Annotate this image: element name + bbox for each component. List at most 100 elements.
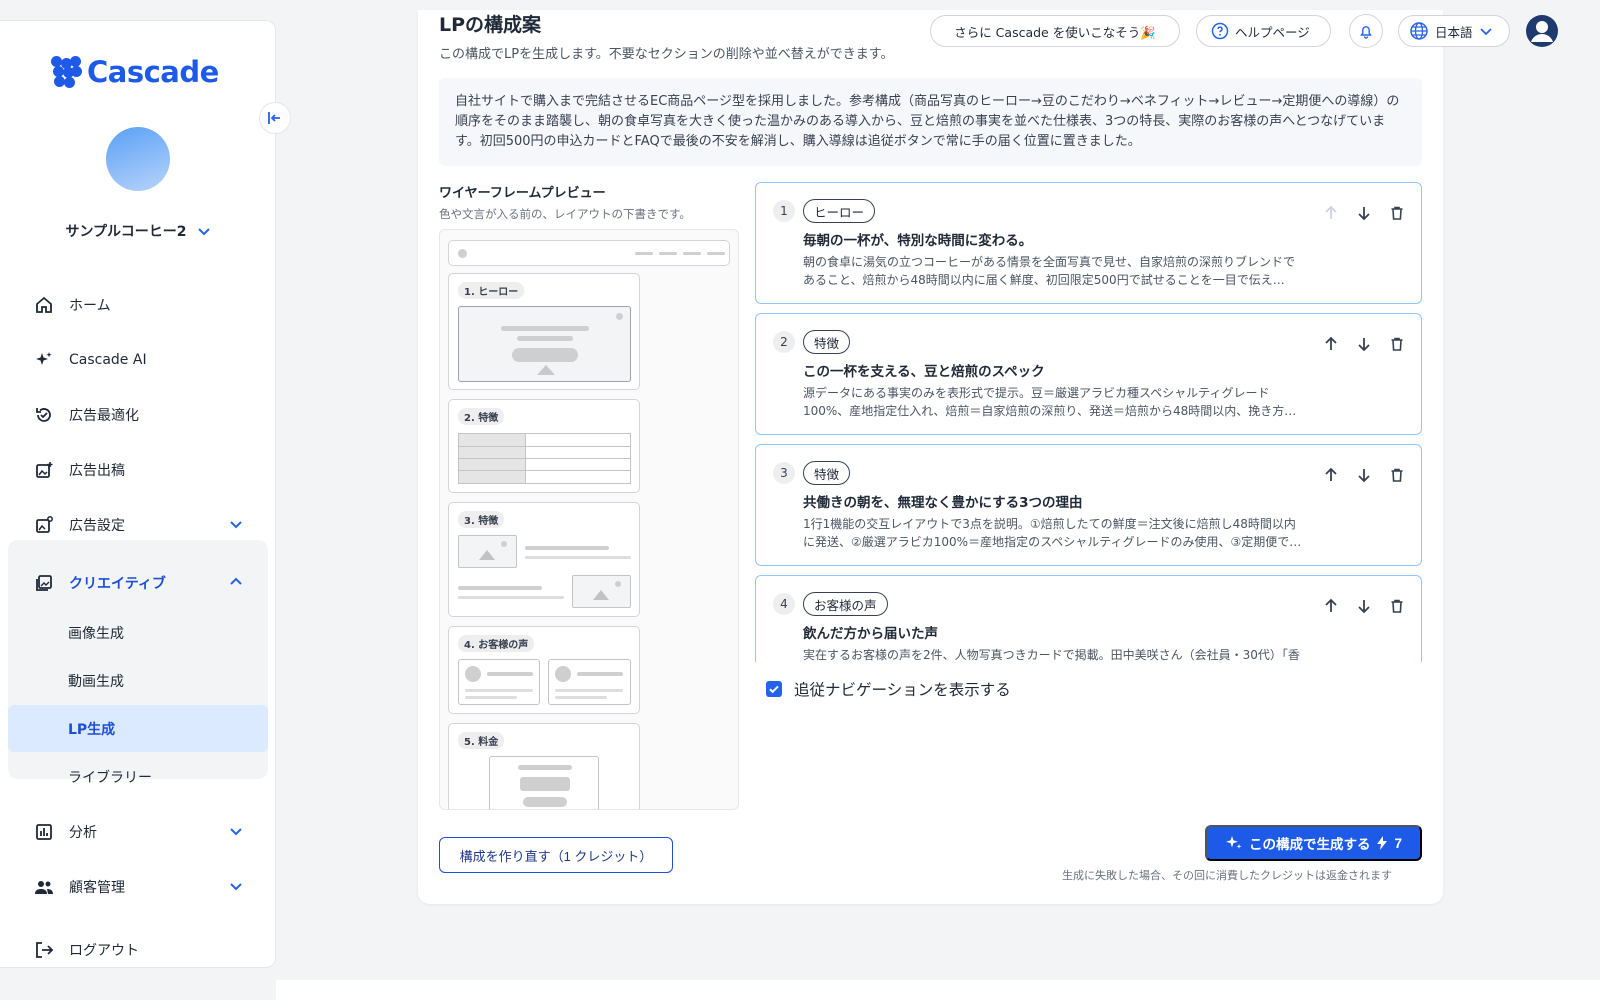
delete-button[interactable] <box>1387 465 1407 485</box>
section-number: 2 <box>773 331 795 353</box>
nav-image-gen[interactable]: 画像生成 <box>8 609 268 656</box>
move-down-button[interactable] <box>1354 334 1374 354</box>
nav-library[interactable]: ライブラリー <box>8 753 268 800</box>
logout-icon <box>33 939 55 961</box>
move-up-button <box>1321 203 1341 223</box>
sticky-nav-checkbox[interactable] <box>766 681 782 697</box>
language-select[interactable]: 日本語 <box>1398 15 1510 47</box>
arrow-down-icon <box>1358 207 1370 221</box>
section-number: 1 <box>773 200 795 222</box>
section-number: 4 <box>773 593 795 615</box>
nav-cascade-ai[interactable]: Cascade AI <box>10 337 268 383</box>
delete-button[interactable] <box>1387 596 1407 616</box>
cascade-logo-icon <box>51 56 82 88</box>
wireframe-tag: 4. お客様の声 <box>458 635 535 652</box>
sticky-nav-label: 追従ナビゲーションを表示する <box>794 681 1011 699</box>
nav-ad-optimization[interactable]: 広告最適化 <box>10 392 268 438</box>
brand-logo[interactable]: Cascade <box>51 55 219 89</box>
wireframe-tag: 3. 特徴 <box>458 511 505 528</box>
globe-icon <box>1410 22 1428 40</box>
nav-home-label: ホーム <box>69 298 111 314</box>
sparkle-icon <box>1225 836 1242 849</box>
promo-label: さらに Cascade を使いこなそう🎉 <box>954 24 1156 40</box>
chevron-down-icon <box>230 883 242 891</box>
sidebar: Cascade サンプルコーヒー2 ホーム Cascade AI 広告最適化 広… <box>0 20 276 968</box>
notification-button[interactable] <box>1349 14 1383 48</box>
nav-creative-label: クリエイティブ <box>69 576 166 592</box>
check-icon <box>769 685 779 694</box>
section-card[interactable]: 3 特徴 共働きの朝を、無理なく豊かにする3つの理由 1行1機能の交互レイアウト… <box>755 444 1422 566</box>
arrow-up-icon <box>1325 336 1337 350</box>
nav-ad-settings-label: 広告設定 <box>69 518 125 534</box>
nav-ad-opt-label: 広告最適化 <box>69 408 139 424</box>
section-type-tag: ヒーロー <box>803 199 876 223</box>
sticky-nav-option[interactable]: 追従ナビゲーションを表示する <box>766 678 1011 700</box>
move-down-button[interactable] <box>1354 203 1374 223</box>
section-card[interactable]: 4 お客様の声 飲んだ方から届いた声 実在するお客様の声を2件、人物写真つきカー… <box>755 575 1422 662</box>
nav-video-gen[interactable]: 動画生成 <box>8 657 268 704</box>
sparkle-icon <box>33 349 55 371</box>
nav-analytics-label: 分析 <box>69 825 97 841</box>
generate-lp-button[interactable]: この構成で生成する 7 <box>1205 825 1422 861</box>
help-button-wrap: ヘルプページ <box>1196 15 1331 47</box>
move-up-button[interactable] <box>1321 334 1341 354</box>
arrow-down-icon <box>1358 338 1370 352</box>
arrow-up-icon <box>1325 467 1337 481</box>
help-button[interactable]: ヘルプページ <box>1196 15 1331 47</box>
section-card[interactable]: 1 ヒーロー 毎朝の一杯が、特別な時間に変わる。 朝の食卓に湯気の立つコーヒーが… <box>755 182 1422 304</box>
chevron-down-icon <box>230 828 242 836</box>
arrow-up-icon <box>1325 598 1337 612</box>
generate-label: この構成で生成する <box>1248 837 1371 852</box>
wireframe-subtitle: 色や文言が入る前の、レイアウトの下書きです。 <box>439 207 691 221</box>
move-down-button[interactable] <box>1354 596 1374 616</box>
wireframe-hero: 1. ヒーロー <box>448 273 640 390</box>
move-down-button[interactable] <box>1354 465 1374 485</box>
promo-button[interactable]: さらに Cascade を使いこなそう🎉 <box>930 15 1180 47</box>
analytics-icon <box>33 821 55 843</box>
section-title: 飲んだ方から届いた声 <box>803 626 938 642</box>
nav-customers[interactable]: 顧客管理 <box>10 864 268 910</box>
nav-library-label: ライブラリー <box>68 769 152 786</box>
nav-logout[interactable]: ログアウト <box>10 927 268 973</box>
nav-lp-gen[interactable]: LP生成 <box>8 705 268 752</box>
nav-analytics[interactable]: 分析 <box>10 809 268 855</box>
wireframe-tag: 1. ヒーロー <box>458 282 525 299</box>
delete-button[interactable] <box>1387 203 1407 223</box>
account-switcher[interactable]: サンプルコーヒー2 <box>0 221 276 241</box>
chevron-down-icon <box>1479 28 1492 36</box>
move-up-button[interactable] <box>1321 465 1341 485</box>
nav-video-gen-label: 動画生成 <box>68 673 124 690</box>
section-list[interactable]: 1 ヒーロー 毎朝の一杯が、特別な時間に変わる。 朝の食卓に湯気の立つコーヒーが… <box>755 182 1423 662</box>
trash-icon <box>1391 337 1403 351</box>
brand-name: Cascade <box>87 55 219 89</box>
move-up-button[interactable] <box>1321 596 1341 616</box>
wireframe-feature-alternating: 3. 特徴 <box>448 502 640 617</box>
optimize-icon <box>33 404 55 426</box>
help-icon <box>1211 22 1229 40</box>
language-wrap: 日本語 <box>1398 15 1510 47</box>
image-settings-icon <box>33 514 55 536</box>
arrow-down-icon <box>1358 469 1370 483</box>
section-title: 毎朝の一杯が、特別な時間に変わる。 <box>803 233 1033 249</box>
section-description: 実在するお客様の声を2件、人物写真つきカードで掲載。田中美咲さん（会社員・30代… <box>803 648 1300 662</box>
wireframe-title: ワイヤーフレームプレビュー <box>439 186 606 201</box>
gallery-icon <box>33 572 55 594</box>
wireframe-preview: 1. ヒーロー 2. 特徴 3. 特徴 4. お客様の声 5. 料金 <box>439 229 739 810</box>
section-card[interactable]: 2 特徴 この一杯を支える、豆と焙煎のスペック 源データにある事実のみを表形式で… <box>755 313 1422 435</box>
nav-ad-posting[interactable]: 広告出稿 <box>10 447 268 493</box>
regenerate-structure-button[interactable]: 構成を作り直す（1 クレジット） <box>439 837 673 873</box>
account-name: サンプルコーヒー2 <box>65 224 187 240</box>
collapse-sidebar-button[interactable] <box>259 102 291 134</box>
arrow-down-icon <box>1358 600 1370 614</box>
delete-button[interactable] <box>1387 334 1407 354</box>
nav-ad-post-label: 広告出稿 <box>69 463 125 479</box>
nav-home[interactable]: ホーム <box>10 282 268 328</box>
nav-creative[interactable]: クリエイティブ <box>10 560 268 606</box>
user-avatar-icon[interactable] <box>1525 14 1559 48</box>
wireframe-testimonials: 4. お客様の声 <box>448 626 640 714</box>
chevron-up-icon <box>230 577 242 585</box>
wireframe-tag: 5. 料金 <box>458 732 505 749</box>
credit-cost: 7 <box>1394 835 1402 851</box>
nav-customers-label: 顧客管理 <box>69 880 125 896</box>
arrow-up-icon <box>1325 205 1337 219</box>
